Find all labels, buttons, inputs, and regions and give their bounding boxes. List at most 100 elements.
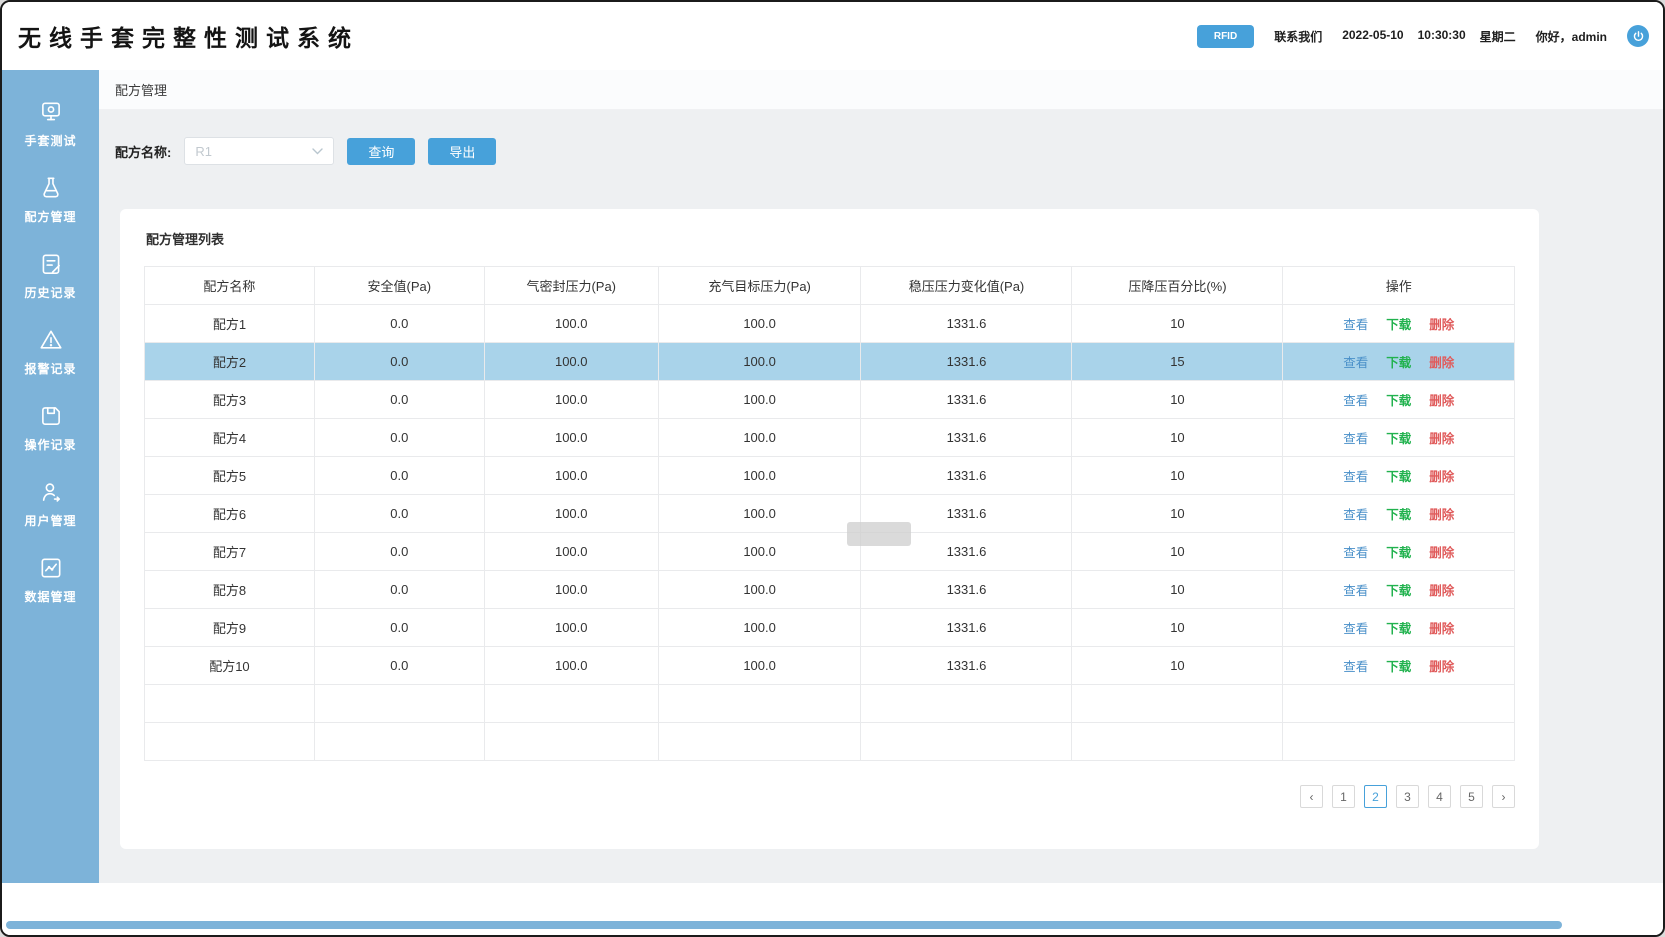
download-link[interactable]: 下载	[1386, 622, 1411, 636]
view-link[interactable]: 查看	[1343, 660, 1368, 674]
drop-percent-cell: 10	[1072, 533, 1283, 571]
delete-link[interactable]: 删除	[1429, 356, 1454, 370]
delete-link[interactable]: 删除	[1429, 584, 1454, 598]
pagination-prev[interactable]: ‹	[1300, 785, 1323, 808]
delete-link[interactable]: 删除	[1429, 622, 1454, 636]
recipe-row[interactable]: 配方30.0100.0100.01331.610查看下载删除	[145, 381, 1515, 419]
sidebar-item-operation-record[interactable]: 操作记录	[2, 390, 99, 466]
sidebar-item-label: 操作记录	[24, 436, 76, 453]
view-link[interactable]: 查看	[1343, 356, 1368, 370]
pagination-page-4[interactable]: 4	[1428, 785, 1451, 808]
sidebar-item-recipe-management[interactable]: 配方管理	[2, 162, 99, 238]
stable-pressure-change-cell: 1331.6	[861, 305, 1072, 343]
power-button[interactable]	[1627, 25, 1649, 47]
recipe-row[interactable]: 配方10.0100.0100.01331.610查看下载删除	[145, 305, 1515, 343]
recipe-row[interactable]: 配方100.0100.0100.01331.610查看下载删除	[145, 647, 1515, 685]
delete-link[interactable]: 删除	[1429, 318, 1454, 332]
view-link[interactable]: 查看	[1343, 394, 1368, 408]
download-link[interactable]: 下载	[1386, 432, 1411, 446]
safety-value-cell: 0.0	[314, 381, 484, 419]
pagination-page-5[interactable]: 5	[1460, 785, 1483, 808]
download-link[interactable]: 下载	[1386, 356, 1411, 370]
empty-cell	[145, 685, 315, 723]
recipe-name-cell: 配方2	[145, 343, 315, 381]
delete-link[interactable]: 删除	[1429, 546, 1454, 560]
user-management-icon	[38, 479, 64, 505]
stable-pressure-change-cell: 1331.6	[861, 609, 1072, 647]
sidebar-item-label: 手套测试	[24, 132, 76, 149]
recipe-name-cell: 配方3	[145, 381, 315, 419]
sidebar-item-user-management[interactable]: 用户管理	[2, 466, 99, 542]
pagination-page-3[interactable]: 3	[1396, 785, 1419, 808]
sidebar-item-label: 报警记录	[24, 360, 76, 377]
pagination-page-2[interactable]: 2	[1364, 785, 1387, 808]
recipe-row[interactable]: 配方40.0100.0100.01331.610查看下载删除	[145, 419, 1515, 457]
delete-link[interactable]: 删除	[1429, 394, 1454, 408]
download-link[interactable]: 下载	[1386, 584, 1411, 598]
column-header: 气密封压力(Pa)	[484, 267, 658, 305]
download-link[interactable]: 下载	[1386, 318, 1411, 332]
recipe-list-title: 配方管理列表	[146, 229, 1515, 248]
sidebar-item-glove-test[interactable]: 手套测试	[2, 86, 99, 162]
download-link[interactable]: 下载	[1386, 508, 1411, 522]
recipe-row[interactable]: 配方90.0100.0100.01331.610查看下载删除	[145, 609, 1515, 647]
recipe-row[interactable]: 配方50.0100.0100.01331.610查看下载删除	[145, 457, 1515, 495]
view-link[interactable]: 查看	[1343, 546, 1368, 560]
seal-pressure-cell: 100.0	[484, 419, 658, 457]
recipe-management-icon	[38, 175, 64, 201]
column-header: 操作	[1283, 267, 1515, 305]
delete-link[interactable]: 删除	[1429, 508, 1454, 522]
safety-value-cell: 0.0	[314, 343, 484, 381]
delete-link[interactable]: 删除	[1429, 470, 1454, 484]
sidebar-item-data-management[interactable]: 数据管理	[2, 542, 99, 618]
pagination: ‹ 12345 ›	[144, 785, 1515, 808]
pagination-next[interactable]: ›	[1492, 785, 1515, 808]
delete-link[interactable]: 删除	[1429, 432, 1454, 446]
view-link[interactable]: 查看	[1343, 584, 1368, 598]
query-button[interactable]: 查询	[347, 138, 415, 165]
safety-value-cell: 0.0	[314, 571, 484, 609]
seal-pressure-cell: 100.0	[484, 457, 658, 495]
sidebar-item-history-record[interactable]: 历史记录	[2, 238, 99, 314]
recipe-row[interactable]: 配方70.0100.0100.01331.610查看下载删除	[145, 533, 1515, 571]
empty-cell	[861, 723, 1072, 761]
target-pressure-cell: 100.0	[658, 305, 861, 343]
delete-link[interactable]: 删除	[1429, 660, 1454, 674]
actions-cell: 查看 下载 删除	[1283, 343, 1515, 381]
download-link[interactable]: 下载	[1386, 470, 1411, 484]
stable-pressure-change-cell: 1331.6	[861, 381, 1072, 419]
sidebar-item-alarm-record[interactable]: 报警记录	[2, 314, 99, 390]
view-link[interactable]: 查看	[1343, 508, 1368, 522]
view-link[interactable]: 查看	[1343, 318, 1368, 332]
safety-value-cell: 0.0	[314, 457, 484, 495]
operation-record-icon	[38, 403, 64, 429]
horizontal-scrollbar-thumb[interactable]	[6, 921, 1562, 929]
view-link[interactable]: 查看	[1343, 622, 1368, 636]
view-link[interactable]: 查看	[1343, 432, 1368, 446]
download-link[interactable]: 下载	[1386, 394, 1411, 408]
safety-value-cell: 0.0	[314, 495, 484, 533]
recipe-name-cell: 配方5	[145, 457, 315, 495]
export-button[interactable]: 导出	[428, 138, 496, 165]
power-icon	[1632, 30, 1645, 43]
sidebar-item-label: 历史记录	[24, 284, 76, 301]
seal-pressure-cell: 100.0	[484, 343, 658, 381]
sidebar-item-label: 用户管理	[24, 512, 76, 529]
sidebar: 手套测试 配方管理 历史记录	[2, 70, 99, 883]
app-title: 无线手套完整性测试系统	[18, 19, 359, 53]
stable-pressure-change-cell: 1331.6	[861, 647, 1072, 685]
recipe-row[interactable]: 配方60.0100.0100.01331.610查看下载删除	[145, 495, 1515, 533]
pagination-page-1[interactable]: 1	[1332, 785, 1355, 808]
actions-cell: 查看 下载 删除	[1283, 495, 1515, 533]
recipe-row[interactable]: 配方20.0100.0100.01331.615查看下载删除	[145, 343, 1515, 381]
empty-row	[145, 723, 1515, 761]
download-link[interactable]: 下载	[1386, 546, 1411, 560]
recipe-row[interactable]: 配方80.0100.0100.01331.610查看下载删除	[145, 571, 1515, 609]
recipe-name-select[interactable]: R1	[184, 137, 334, 165]
rfid-button[interactable]: RFID	[1197, 25, 1254, 48]
drop-percent-cell: 10	[1072, 457, 1283, 495]
target-pressure-cell: 100.0	[658, 571, 861, 609]
contact-us-link[interactable]: 联系我们	[1274, 28, 1322, 45]
view-link[interactable]: 查看	[1343, 470, 1368, 484]
download-link[interactable]: 下载	[1386, 660, 1411, 674]
